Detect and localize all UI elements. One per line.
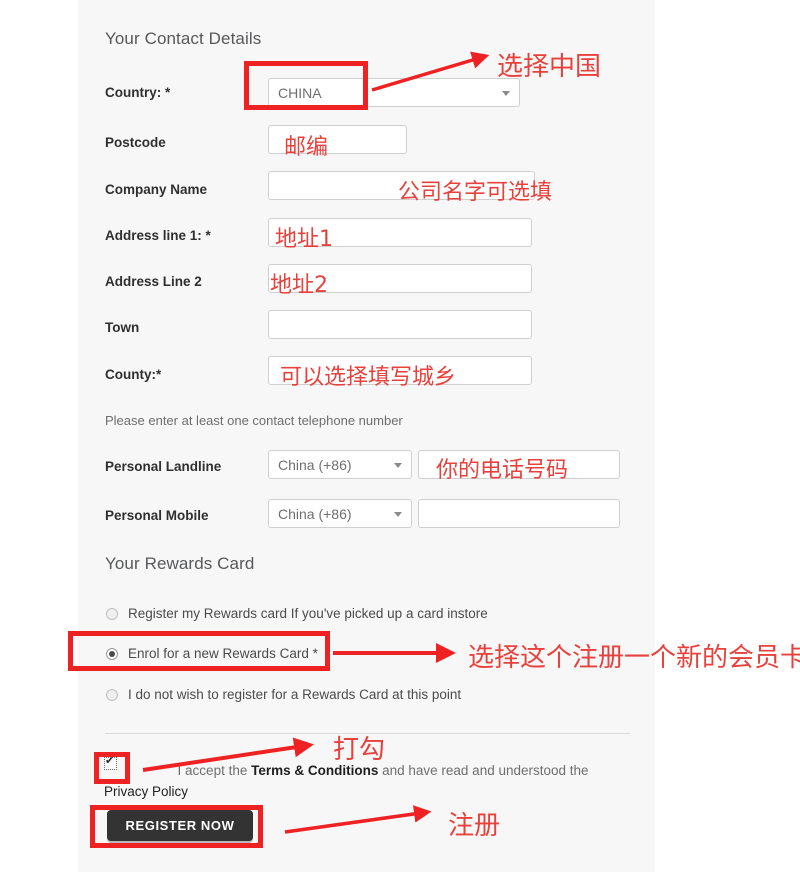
section-title-rewards-card: Your Rewards Card [105, 554, 255, 573]
mobile-country-code-select[interactable]: China (+86) [268, 499, 412, 528]
privacy-policy-link[interactable]: Privacy Policy [104, 784, 188, 799]
rewards-option-label: I do not wish to register for a Rewards … [128, 687, 462, 702]
terms-prefix: I accept the [177, 763, 252, 778]
label-address-line-1: Address line 1: * [105, 228, 211, 243]
radio-register-existing[interactable] [106, 607, 118, 620]
landline-number-input[interactable] [418, 450, 620, 479]
rewards-option-label: Register my Rewards card If you've picke… [128, 606, 488, 621]
landline-country-code-select[interactable]: China (+86) [268, 450, 412, 479]
label-country: Country: * [105, 85, 171, 100]
terms-conditions-link[interactable]: Terms & Conditions [251, 763, 378, 778]
company-name-input[interactable] [268, 171, 535, 200]
terms-middle: and have read and understood the [378, 763, 589, 778]
rewards-option-label: Enrol for a new Rewards Card * [128, 646, 318, 661]
label-county: County:* [105, 367, 162, 382]
radio-no-card[interactable] [106, 688, 118, 701]
landline-country-code-value: China (+86) [278, 457, 352, 473]
address-line-1-input[interactable] [268, 218, 532, 247]
section-title-contact-details: Your Contact Details [105, 29, 262, 48]
label-town: Town [105, 320, 140, 335]
chevron-down-icon [394, 511, 402, 517]
terms-text: I accept the I accept the Terms & Condit… [104, 760, 624, 802]
mobile-country-code-value: China (+86) [278, 506, 352, 522]
label-address-line-2: Address Line 2 [105, 274, 202, 289]
mobile-number-input[interactable] [418, 499, 620, 528]
label-personal-mobile: Personal Mobile [105, 508, 209, 523]
rewards-option-no-card[interactable]: I do not wish to register for a Rewards … [106, 687, 461, 702]
chevron-down-icon [502, 90, 510, 96]
register-now-button[interactable]: REGISTER NOW [107, 810, 253, 841]
rewards-option-enrol-new[interactable]: Enrol for a new Rewards Card * [106, 646, 318, 661]
label-company-name: Company Name [105, 182, 208, 197]
chevron-down-icon [394, 462, 402, 468]
label-personal-landline: Personal Landline [105, 459, 222, 474]
postcode-input[interactable] [268, 125, 407, 154]
address-line-2-input[interactable] [268, 264, 532, 293]
section-divider [105, 733, 630, 734]
screenshot-root: Your Contact Details Country: * CHINA Po… [0, 0, 800, 872]
rewards-option-register-existing[interactable]: Register my Rewards card If you've picke… [106, 606, 488, 621]
town-input[interactable] [268, 310, 532, 339]
radio-enrol-new[interactable] [106, 647, 118, 660]
phone-helper-text: Please enter at least one contact teleph… [105, 413, 403, 428]
county-input[interactable] [268, 356, 532, 385]
country-select[interactable]: CHINA [268, 78, 520, 107]
country-select-value: CHINA [278, 85, 322, 101]
label-postcode: Postcode [105, 135, 166, 150]
